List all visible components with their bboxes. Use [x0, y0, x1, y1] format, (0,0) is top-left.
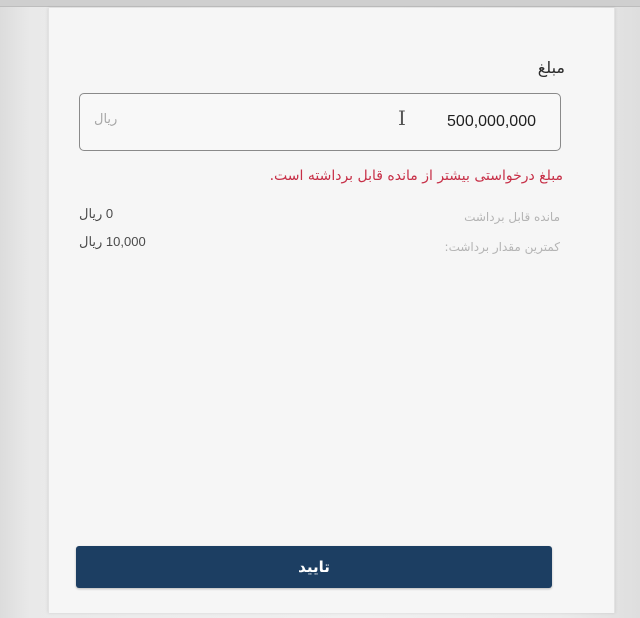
amount-field[interactable]: ریال — [79, 93, 561, 151]
screen: مبلغ ریال I مبلغ درخواستی بیشتر از مانده… — [0, 0, 640, 618]
amount-label: مبلغ — [537, 58, 565, 77]
remaining-balance-value: 0 ریال — [79, 206, 114, 221]
i-beam-cursor-icon: I — [398, 106, 406, 130]
minimum-withdrawal-value: 10,000 ریال — [79, 234, 146, 249]
top-bezel — [0, 0, 640, 7]
remaining-balance-label: مانده قابل برداشت — [464, 210, 560, 224]
error-message: مبلغ درخواستی بیشتر از مانده قابل برداشت… — [269, 168, 563, 184]
amount-input[interactable] — [236, 113, 536, 131]
currency-hint: ریال — [94, 112, 118, 127]
minimum-withdrawal-label: کمترین مقدار برداشت: — [444, 240, 560, 254]
confirm-button[interactable]: تایید — [76, 546, 552, 588]
